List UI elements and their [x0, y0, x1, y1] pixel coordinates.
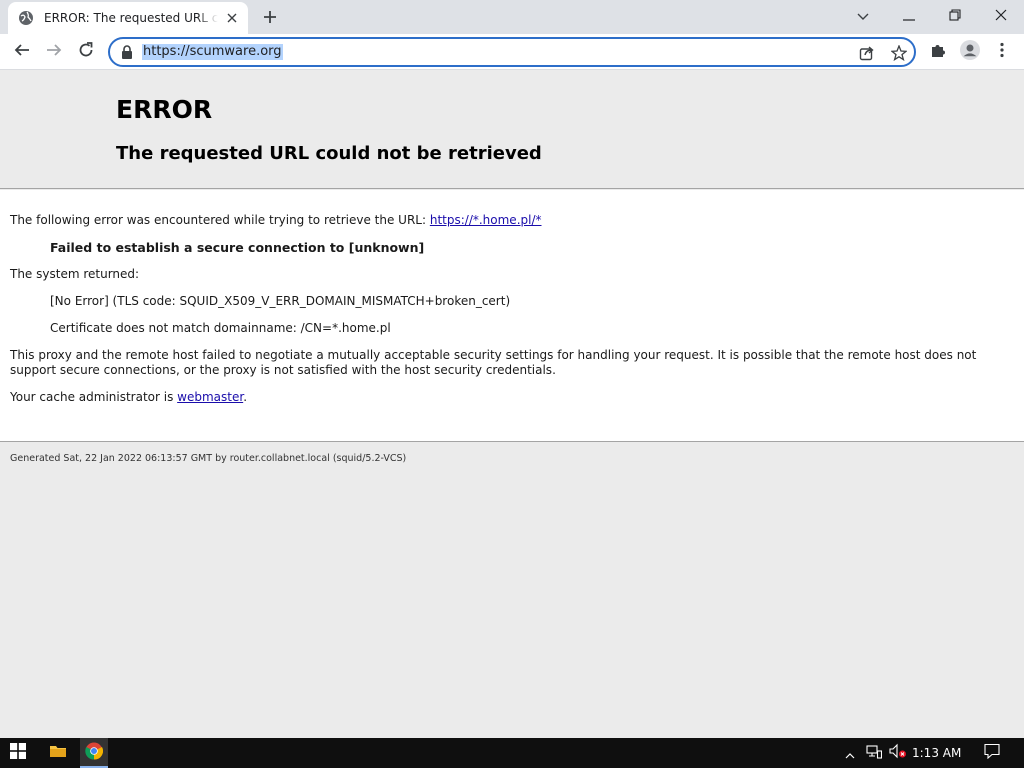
- network-button[interactable]: [864, 738, 884, 768]
- star-icon[interactable]: [888, 42, 910, 64]
- error-body: The following error was encountered whil…: [0, 190, 1024, 442]
- show-hidden-icons-button[interactable]: [842, 738, 858, 768]
- network-icon: [866, 744, 883, 763]
- plus-icon: [263, 9, 277, 28]
- url-error-line: The following error was encountered whil…: [10, 213, 542, 228]
- close-icon[interactable]: [224, 10, 240, 26]
- file-explorer-button[interactable]: [44, 738, 72, 768]
- reload-icon: [78, 42, 94, 62]
- proxy-explanation-line2: support secure connections, or the proxy…: [10, 363, 556, 377]
- new-tab-button[interactable]: [258, 6, 282, 30]
- chrome-menu-button[interactable]: [988, 38, 1016, 66]
- failed-url-link[interactable]: https://*.home.pl/*: [430, 213, 542, 227]
- browser-toolbar: https://scumware.org: [0, 34, 1024, 70]
- chevron-up-icon: [845, 744, 855, 763]
- back-button[interactable]: [8, 38, 36, 66]
- error-header: ERROR The requested URL could not be ret…: [0, 71, 1024, 189]
- url-error-text: The following error was encountered whil…: [10, 213, 430, 227]
- page-subtitle: The requested URL could not be retrieved: [116, 143, 542, 164]
- tab-search-button[interactable]: [840, 0, 886, 30]
- address-bar[interactable]: https://scumware.org: [108, 37, 916, 67]
- system-clock[interactable]: 1:13 AM: [912, 746, 961, 760]
- browser-tab[interactable]: ERROR: The requested URL could not be re…: [8, 2, 248, 34]
- restore-icon: [949, 6, 961, 25]
- puzzle-icon: [930, 42, 946, 62]
- globe-icon: [18, 10, 34, 26]
- chrome-logo-icon: [85, 742, 104, 764]
- action-center-button[interactable]: [980, 738, 1004, 768]
- folder-icon: [49, 743, 67, 763]
- volume-button[interactable]: [888, 738, 908, 768]
- tls-error-code: [No Error] (TLS code: SQUID_X509_V_ERR_D…: [50, 294, 511, 308]
- lock-icon[interactable]: [120, 45, 134, 59]
- reload-button[interactable]: [72, 38, 100, 66]
- notification-icon: [984, 743, 1000, 763]
- kebab-menu-icon: [1000, 42, 1004, 62]
- cache-admin-period: .: [243, 390, 248, 404]
- cache-admin-line: Your cache administrator is webmaster.: [10, 390, 247, 405]
- generated-footer: Generated Sat, 22 Jan 2022 06:13:57 GMT …: [10, 453, 407, 464]
- forward-button[interactable]: [40, 38, 68, 66]
- tab-strip: ERROR: The requested URL could not be re…: [0, 0, 1024, 34]
- minimize-button[interactable]: [886, 0, 932, 30]
- profile-button[interactable]: [956, 38, 984, 66]
- start-button[interactable]: [0, 738, 36, 768]
- close-icon: [995, 6, 1007, 25]
- page-title: ERROR: [116, 95, 213, 124]
- system-returned-label: The system returned:: [10, 267, 140, 281]
- webmaster-link[interactable]: webmaster: [177, 390, 243, 404]
- extensions-button[interactable]: [924, 38, 952, 66]
- cache-admin-text: Your cache administrator is: [10, 390, 178, 404]
- chrome-taskbar-button[interactable]: [80, 738, 108, 768]
- profile-icon: [960, 40, 980, 64]
- share-icon[interactable]: [856, 42, 878, 64]
- forward-arrow-icon: [46, 42, 62, 62]
- back-arrow-icon: [14, 42, 30, 62]
- restore-button[interactable]: [932, 0, 978, 30]
- minimize-icon: [903, 6, 915, 25]
- failed-message: Failed to establish a secure connection …: [50, 240, 425, 255]
- certificate-message: Certificate does not match domainname: /…: [50, 321, 391, 335]
- page-content: ERROR The requested URL could not be ret…: [0, 71, 1024, 738]
- browser-window: ERROR: The requested URL could not be re…: [0, 0, 1024, 768]
- url-text[interactable]: https://scumware.org: [142, 44, 283, 60]
- taskbar: 1:13 AM: [0, 738, 1024, 768]
- proxy-explanation-line1: This proxy and the remote host failed to…: [10, 348, 977, 362]
- volume-muted-icon: [889, 743, 907, 763]
- window-close-button[interactable]: [978, 0, 1024, 30]
- tab-title: ERROR: The requested URL could not be re…: [44, 11, 218, 25]
- chevron-down-icon: [857, 6, 869, 25]
- windows-logo-icon: [10, 743, 26, 763]
